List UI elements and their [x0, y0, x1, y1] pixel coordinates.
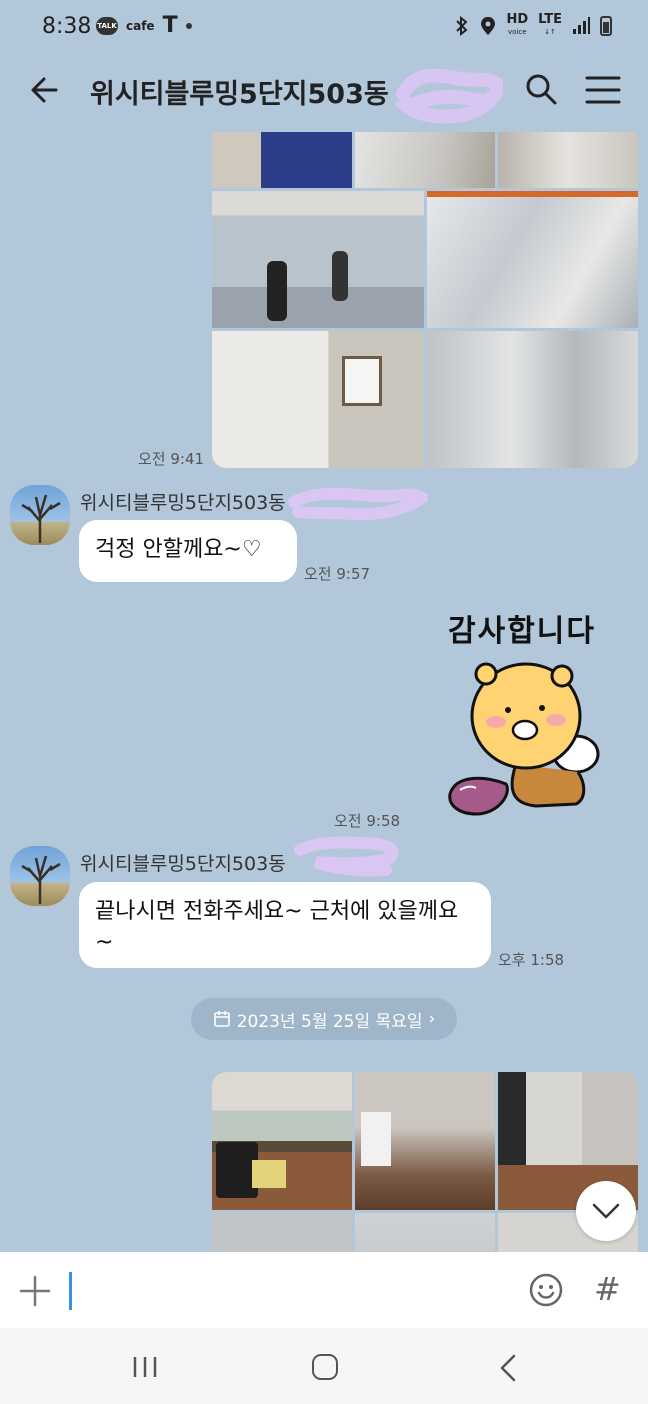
system-nav-bar [0, 1328, 648, 1404]
photo-frame [342, 356, 382, 406]
photo-thumbnail[interactable] [212, 1072, 352, 1210]
chevron-down-icon [592, 1203, 620, 1219]
redaction-scribble [294, 836, 399, 877]
sender-name: 위시티블루밍5단지503동 [80, 492, 286, 514]
location-icon [481, 17, 496, 35]
message-input-field[interactable] [69, 1272, 72, 1310]
status-time: 8:38 [42, 14, 92, 39]
message-input-bar: # [0, 1252, 648, 1328]
more-notifications-dot-icon [185, 23, 192, 29]
chevron-right-icon: › [428, 1009, 436, 1029]
photo-thumbnail[interactable] [355, 1072, 495, 1210]
lte-icon: LTE ↓↑ [538, 12, 562, 38]
message-timestamp: 오후 1:58 [498, 951, 565, 969]
tree-avatar-icon [21, 494, 61, 543]
message-bubble[interactable]: 걱정 안할께요~♡ [79, 520, 297, 582]
recent-apps-icon[interactable] [132, 1356, 158, 1378]
hd-label: HD [506, 12, 529, 27]
photo-row-top [212, 132, 638, 188]
photo-album-message[interactable] [212, 132, 638, 468]
sticker-caption: 감사합니다 [448, 614, 596, 649]
redaction-scribble [288, 487, 428, 521]
scroll-to-bottom-button[interactable] [576, 1181, 636, 1241]
status-bar: 8:38 TALK cafe T HD voice LTE ↓↑ [0, 0, 648, 56]
redaction-scribble [395, 68, 503, 124]
photo-album-message[interactable] [212, 1072, 638, 1252]
lte-arrows: ↓↑ [544, 28, 556, 36]
lte-label: LTE [538, 12, 562, 27]
photo-mat [252, 1160, 286, 1188]
bluetooth-icon [456, 16, 468, 36]
emoji-icon[interactable] [528, 1272, 564, 1308]
message-timestamp: 오전 9:41 [138, 450, 205, 468]
plus-icon[interactable] [18, 1274, 52, 1308]
sender-avatar[interactable] [10, 846, 70, 906]
status-system-icons: HD voice LTE ↓↑ [454, 12, 612, 38]
hashtag-search-button[interactable]: # [594, 1270, 621, 1308]
battery-icon [600, 16, 612, 36]
menu-icon[interactable] [584, 72, 622, 108]
date-divider-label: 2023년 5월 25일 목요일 [236, 1011, 423, 1032]
photo-figure [267, 261, 287, 321]
kakaotalk-icon: TALK [96, 17, 118, 35]
nav-back-icon[interactable] [498, 1354, 518, 1382]
photo-thumbnail[interactable] [212, 191, 424, 328]
back-arrow-icon[interactable] [26, 70, 66, 110]
photo-thumbnail[interactable] [212, 132, 352, 188]
photo-thumbnail[interactable] [355, 132, 495, 188]
calendar-icon [213, 1011, 230, 1027]
sender-avatar[interactable] [10, 485, 70, 545]
signal-icon [573, 17, 590, 34]
home-button[interactable] [312, 1354, 338, 1380]
tree-avatar-icon [21, 855, 61, 904]
search-icon[interactable] [522, 70, 560, 108]
hd-sub-label: voice [508, 28, 527, 36]
message-timestamp: 오전 9:57 [304, 565, 371, 583]
photo-thumbnail[interactable] [498, 132, 638, 188]
photo-thumbnail[interactable] [212, 1213, 352, 1252]
status-notification-icons: TALK cafe T [96, 13, 192, 38]
chat-title[interactable]: 위시티블루밍5단지503동 [90, 72, 389, 111]
t-icon: T [162, 13, 178, 38]
date-divider[interactable]: 2023년 5월 25일 목요일 › [191, 998, 457, 1040]
message-bubble[interactable]: 끝나시면 전화주세요~ 근처에 있을께요~ [79, 882, 491, 968]
sender-name: 위시티블루밍5단지503동 [80, 853, 286, 875]
chat-header: 위시티블루밍5단지503동 [0, 56, 648, 128]
photo-thumbnail[interactable] [426, 331, 638, 468]
photo-fridge [361, 1112, 391, 1166]
hd-voice-icon: HD voice [506, 12, 529, 38]
photo-figure [332, 251, 348, 301]
message-timestamp: 오전 9:58 [334, 812, 401, 830]
sticker-character-icon[interactable] [446, 654, 618, 824]
photo-thumbnail[interactable] [355, 1213, 495, 1252]
photo-thumbnail[interactable] [212, 331, 424, 468]
photo-thumbnail[interactable] [426, 191, 638, 328]
cafe-icon: cafe [126, 19, 155, 33]
